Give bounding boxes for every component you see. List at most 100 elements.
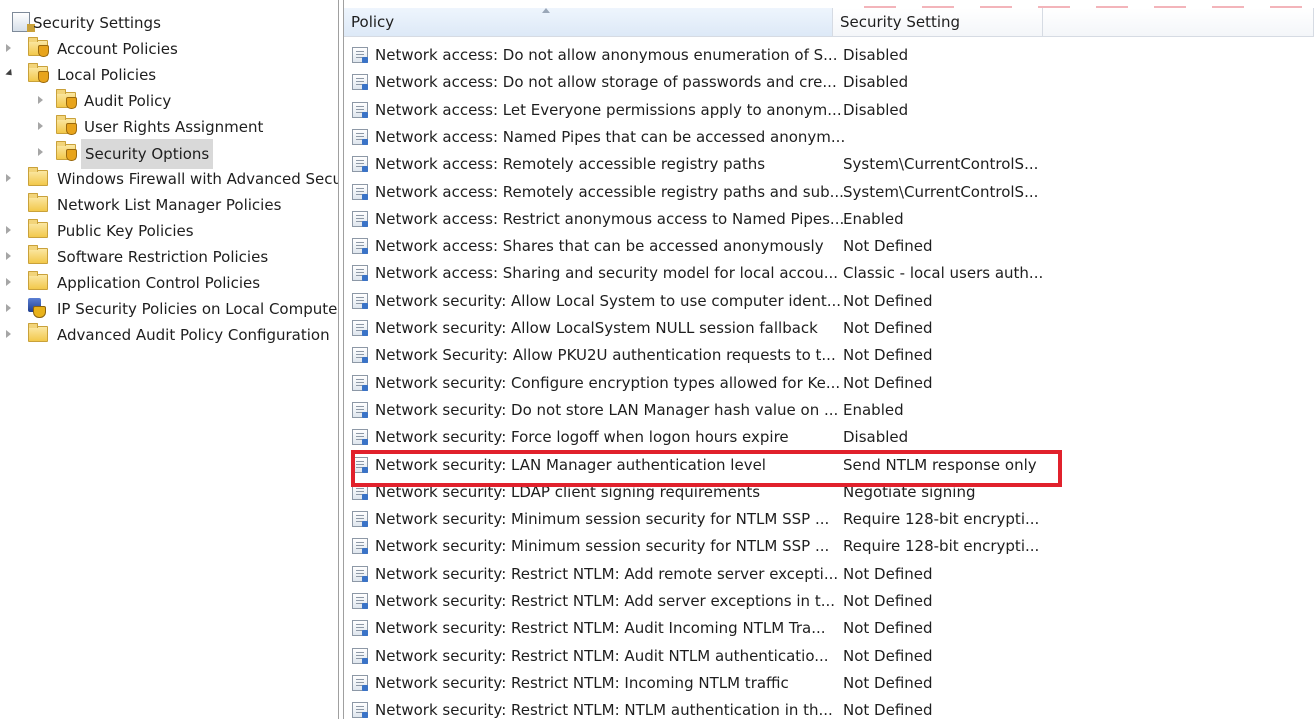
expand-arrow-icon[interactable] bbox=[6, 330, 11, 338]
policy-name: Network security: Configure encryption t… bbox=[375, 373, 841, 392]
column-header-policy-label: Policy bbox=[351, 13, 395, 31]
list-header: Policy Security Setting bbox=[344, 0, 1314, 37]
tree-item-label: Network List Manager Policies bbox=[57, 196, 282, 214]
policy-icon bbox=[352, 483, 368, 500]
expand-arrow-icon[interactable] bbox=[38, 122, 43, 130]
table-row[interactable]: Network access: Do not allow anonymous e… bbox=[344, 42, 1314, 69]
table-row[interactable]: Network security: Restrict NTLM: Add ser… bbox=[344, 588, 1314, 615]
policy-icon bbox=[352, 128, 368, 145]
table-row[interactable]: Network security: Restrict NTLM: NTLM au… bbox=[344, 697, 1314, 719]
policy-name: Network security: Minimum session securi… bbox=[375, 510, 830, 529]
policy-setting: Not Defined bbox=[843, 564, 933, 583]
table-row[interactable]: Network security: Restrict NTLM: Add rem… bbox=[344, 561, 1314, 588]
collapse-arrow-icon[interactable] bbox=[5, 68, 15, 79]
column-header-policy[interactable]: Policy bbox=[344, 8, 833, 37]
policy-icon bbox=[352, 702, 368, 719]
policy-name: Network access: Remotely accessible regi… bbox=[375, 182, 844, 201]
policy-icon bbox=[352, 47, 368, 63]
policy-setting: Enabled bbox=[843, 400, 904, 419]
policy-name: Network access: Sharing and security mod… bbox=[375, 264, 839, 283]
policy-name: Network access: Do not allow anonymous e… bbox=[375, 46, 838, 64]
policy-icon bbox=[352, 238, 368, 255]
policy-setting: Disabled bbox=[843, 428, 909, 447]
expand-arrow-icon[interactable] bbox=[6, 44, 11, 52]
table-row[interactable]: Network security: Minimum session securi… bbox=[344, 533, 1314, 560]
policy-name: Network security: Restrict NTLM: Audit I… bbox=[375, 619, 826, 638]
tree-item-label: Account Policies bbox=[57, 40, 178, 58]
table-row[interactable]: Network security: Force logoff when logo… bbox=[344, 424, 1314, 451]
table-row[interactable]: Network security: LDAP client signing re… bbox=[344, 479, 1314, 506]
expand-arrow-icon[interactable] bbox=[6, 304, 11, 312]
policy-setting: Not Defined bbox=[843, 319, 933, 337]
policy-setting: Enabled bbox=[843, 209, 904, 228]
policy-setting: Negotiate signing bbox=[843, 482, 976, 501]
folder-icon bbox=[28, 219, 48, 238]
expand-arrow-icon[interactable] bbox=[38, 148, 43, 156]
policy-setting: Not Defined bbox=[843, 346, 933, 365]
column-header-empty bbox=[1043, 8, 1314, 37]
table-row[interactable]: Network access: Remotely accessible regi… bbox=[344, 179, 1314, 206]
policy-icon bbox=[352, 265, 368, 282]
table-row[interactable]: Network access: Named Pipes that can be … bbox=[344, 124, 1314, 151]
table-row[interactable]: Network Security: Allow PKU2U authentica… bbox=[344, 342, 1314, 369]
table-row[interactable]: Network access: Restrict anonymous acces… bbox=[344, 206, 1314, 233]
expand-arrow-icon[interactable] bbox=[6, 252, 11, 260]
expand-arrow-icon[interactable] bbox=[6, 278, 11, 286]
policy-setting: Not Defined bbox=[843, 619, 933, 638]
tree-item-label: Audit Policy bbox=[84, 92, 172, 110]
folder-shield-icon bbox=[56, 141, 77, 161]
policy-icon bbox=[352, 156, 368, 173]
policy-icon bbox=[352, 674, 368, 691]
policy-setting: Not Defined bbox=[843, 701, 933, 719]
policy-setting: Require 128-bit encrypti... bbox=[843, 537, 1040, 556]
policy-icon bbox=[352, 401, 368, 418]
policy-icon bbox=[352, 620, 368, 637]
table-row[interactable]: Network security: LAN Manager authentica… bbox=[344, 452, 1314, 479]
table-row[interactable]: Network security: Restrict NTLM: Audit N… bbox=[344, 643, 1314, 670]
table-row[interactable]: Network access: Shares that can be acces… bbox=[344, 233, 1314, 260]
folder-shield-icon bbox=[56, 115, 77, 135]
policy-name: Network security: Do not store LAN Manag… bbox=[375, 400, 839, 419]
policy-setting: Classic - local users auth... bbox=[843, 264, 1044, 283]
policy-name: Network access: Restrict anonymous acces… bbox=[375, 209, 845, 228]
policy-name: Network security: Restrict NTLM: Incomin… bbox=[375, 673, 789, 692]
folder-shield-icon bbox=[28, 63, 49, 83]
table-row[interactable]: Network security: Do not store LAN Manag… bbox=[344, 397, 1314, 424]
table-row[interactable]: Network access: Remotely accessible regi… bbox=[344, 151, 1314, 178]
table-row[interactable]: Network security: Allow Local System to … bbox=[344, 288, 1314, 315]
expand-arrow-icon[interactable] bbox=[6, 226, 11, 234]
table-row[interactable]: Network access: Let Everyone permissions… bbox=[344, 97, 1314, 124]
policy-name: Network security: Restrict NTLM: Audit N… bbox=[375, 646, 829, 665]
policy-icon bbox=[352, 210, 368, 227]
navigation-tree[interactable]: Security Settings Account Policies Local … bbox=[0, 0, 338, 719]
policy-name: Network security: Force logoff when logo… bbox=[375, 428, 789, 447]
tree-item-label: Software Restriction Policies bbox=[57, 248, 269, 266]
policy-name: Network access: Do not allow storage of … bbox=[375, 73, 837, 92]
table-row[interactable]: Network security: Minimum session securi… bbox=[344, 506, 1314, 533]
expand-arrow-icon[interactable] bbox=[38, 96, 43, 104]
policy-name: Network Security: Allow PKU2U authentica… bbox=[375, 346, 836, 365]
table-row[interactable]: Network security: Restrict NTLM: Audit I… bbox=[344, 615, 1314, 642]
table-row[interactable]: Network security: Restrict NTLM: Incomin… bbox=[344, 670, 1314, 697]
policy-name: Network security: LAN Manager authentica… bbox=[375, 455, 766, 474]
tree-item-label: Application Control Policies bbox=[57, 274, 261, 292]
policy-name: Network access: Shares that can be acces… bbox=[375, 237, 824, 256]
policy-setting: System\CurrentControlS... bbox=[843, 182, 1039, 201]
expand-arrow-icon[interactable] bbox=[6, 174, 11, 182]
policy-setting: Disabled bbox=[843, 73, 909, 92]
table-row[interactable]: Network access: Sharing and security mod… bbox=[344, 260, 1314, 287]
table-row[interactable]: Network access: Do not allow storage of … bbox=[344, 69, 1314, 96]
policy-name: Network security: Allow LocalSystem NULL… bbox=[375, 319, 818, 337]
policy-name: Network security: LDAP client signing re… bbox=[375, 482, 761, 501]
table-row[interactable]: Network security: Configure encryption t… bbox=[344, 370, 1314, 397]
policy-name: Network security: Minimum session securi… bbox=[375, 537, 830, 556]
table-row[interactable]: Network security: Allow LocalSystem NULL… bbox=[344, 315, 1314, 342]
security-settings-icon bbox=[12, 12, 35, 32]
policy-setting: Disabled bbox=[843, 46, 909, 64]
policy-setting: Not Defined bbox=[843, 592, 933, 610]
column-header-setting-label: Security Setting bbox=[840, 13, 961, 31]
tree-item-label: Windows Firewall with Advanced Secu bbox=[57, 170, 338, 188]
policy-setting: Not Defined bbox=[843, 646, 933, 665]
column-header-setting[interactable]: Security Setting bbox=[833, 8, 1043, 37]
policy-list[interactable]: Policy Security Setting Network access: … bbox=[344, 0, 1314, 719]
